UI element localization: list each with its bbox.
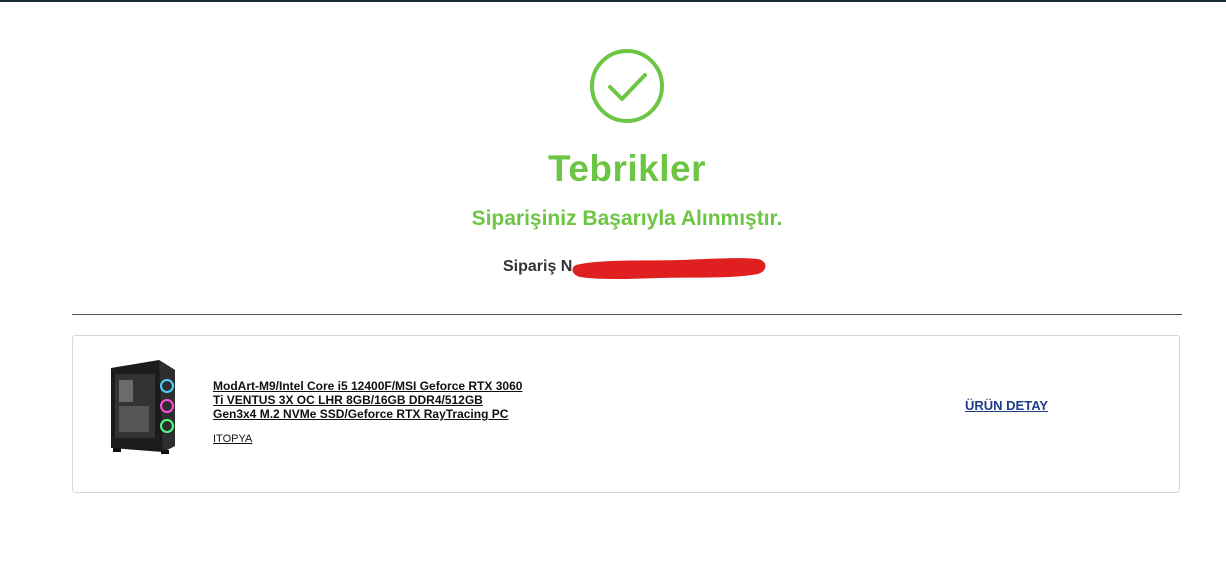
product-card: ModArt-M9/Intel Core i5 12400F/MSI Gefor… bbox=[72, 335, 1180, 493]
top-bar bbox=[0, 0, 1226, 2]
pc-case-image[interactable] bbox=[101, 356, 187, 456]
order-number-label: Sipariş N bbox=[503, 258, 573, 275]
success-message: Siparişiniz Başarıyla Alınmıştır. bbox=[471, 207, 783, 230]
redaction-mark bbox=[570, 251, 770, 283]
success-check-icon bbox=[589, 48, 665, 124]
product-detail-link[interactable]: ÜRÜN DETAY bbox=[965, 398, 1048, 413]
divider bbox=[72, 314, 1182, 315]
product-name-link[interactable]: ModArt-M9/Intel Core i5 12400F/MSI Gefor… bbox=[213, 379, 523, 421]
page-title: Tebrikler bbox=[547, 148, 707, 189]
seller-link[interactable]: ITOPYA bbox=[213, 433, 252, 445]
